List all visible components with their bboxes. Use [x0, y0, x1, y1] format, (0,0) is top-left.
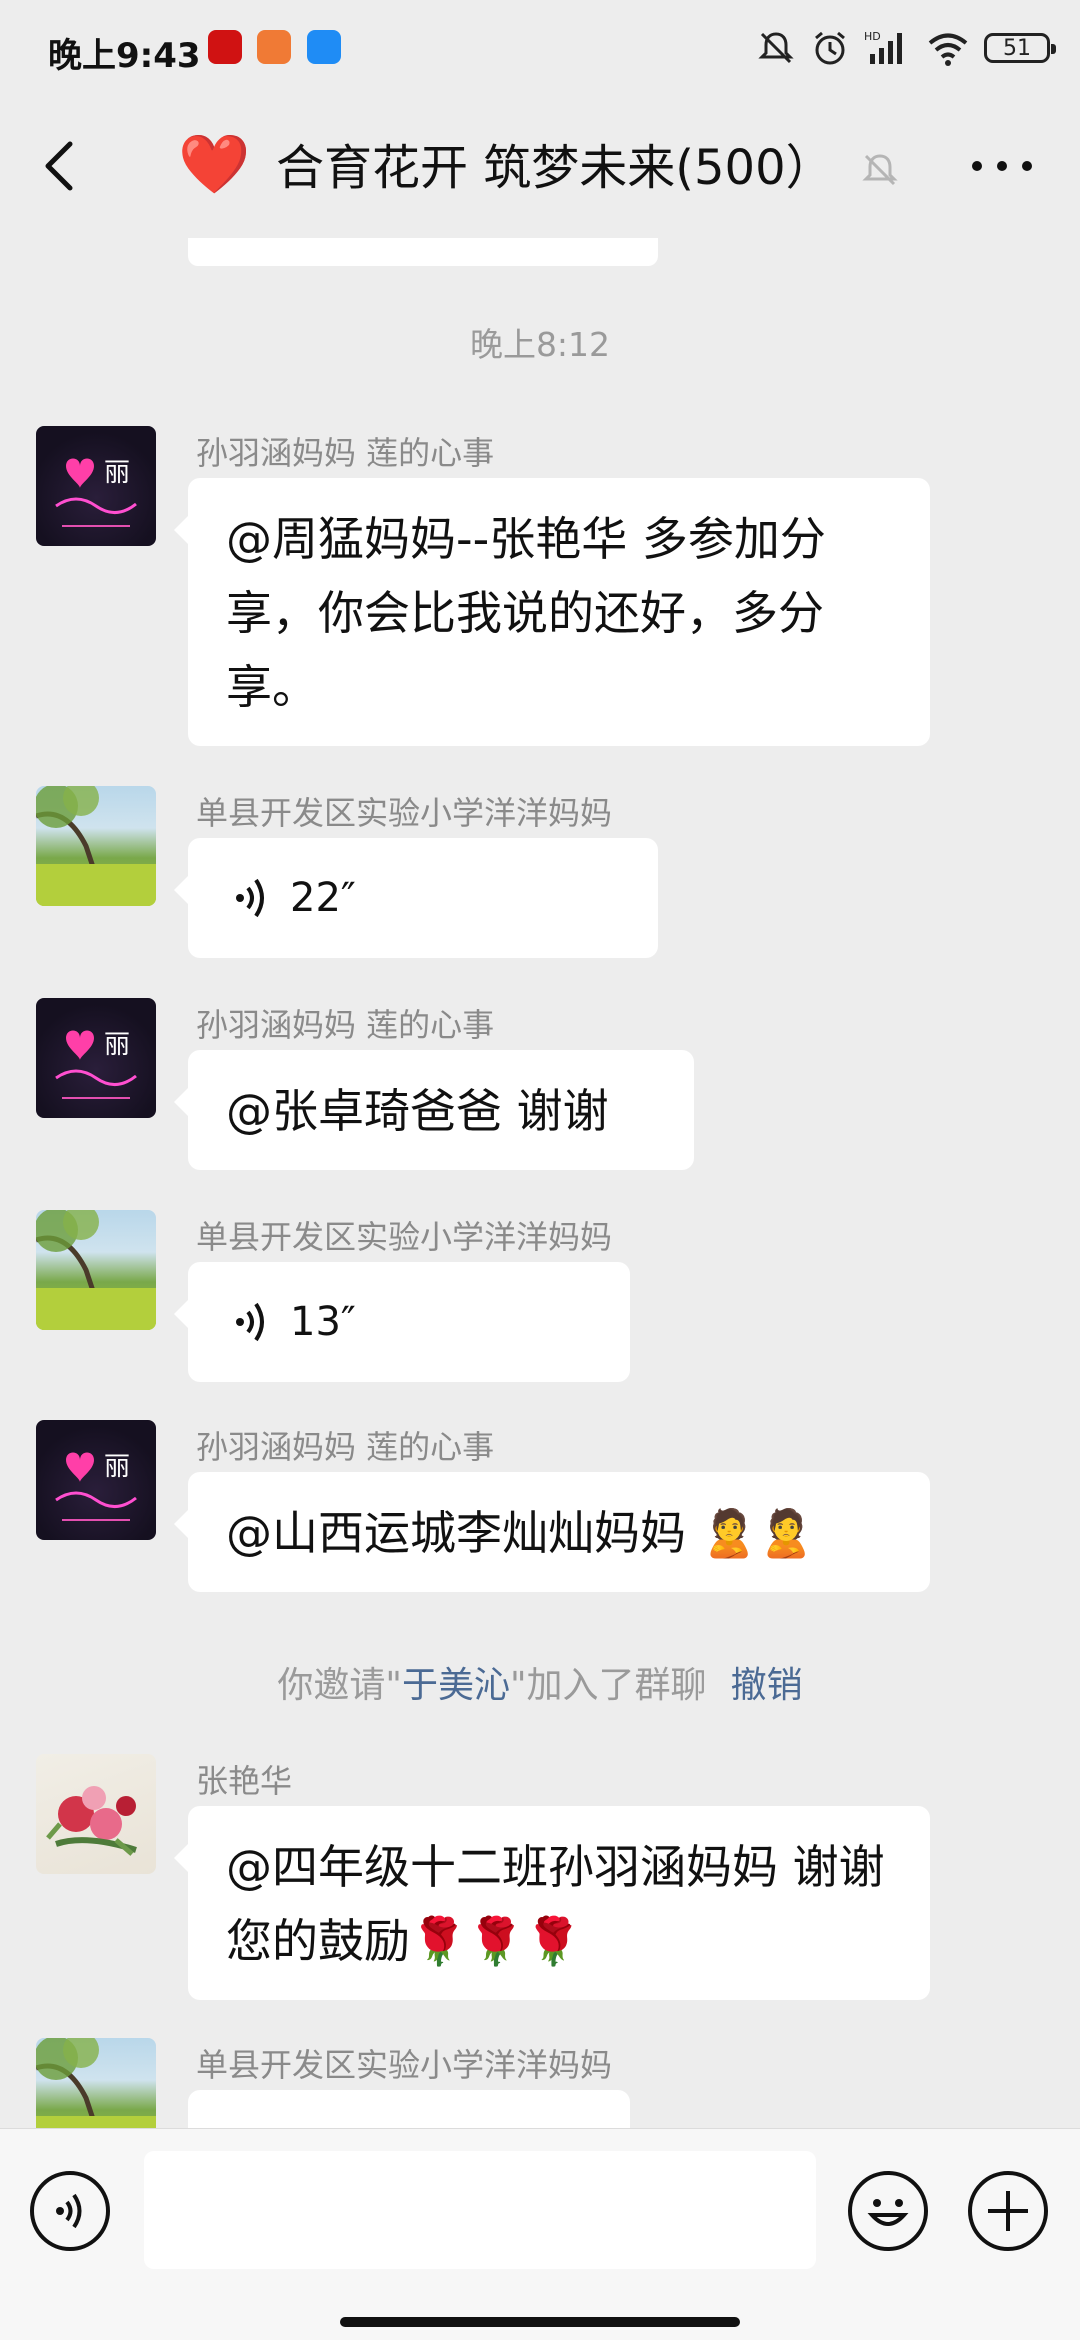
sender-name: 单县开发区实验小学洋洋妈妈	[196, 2046, 613, 2084]
sender-name: 孙羽涵妈妈 莲的心事	[196, 1428, 495, 1466]
voice-wave-icon	[236, 1302, 264, 1342]
battery-level: 51	[1003, 35, 1031, 61]
nature-tree-avatar-icon	[36, 786, 156, 906]
status-time: 晚上9:43	[48, 36, 201, 76]
message-bubble[interactable]	[188, 2090, 630, 2128]
home-indicator[interactable]	[340, 2317, 740, 2327]
heart-emoji-icon: ❤️	[178, 130, 251, 198]
mute-bell-icon	[758, 32, 794, 64]
battery-icon: 51	[984, 33, 1056, 63]
voice-toggle-icon[interactable]	[30, 2171, 110, 2251]
status-bar: 晚上9:43 HD 51	[0, 0, 1080, 96]
message-bubble[interactable]: @张卓琦爸爸 谢谢	[174, 1050, 694, 1170]
previous-message-bubble[interactable]	[188, 238, 658, 266]
message-bubble[interactable]: @四年级十二班孙羽涵妈妈 谢谢您的鼓励🌹🌹🌹	[174, 1806, 930, 2000]
avatar[interactable]: 丽	[36, 1420, 156, 1540]
back-arrow-icon[interactable]	[30, 136, 90, 196]
avatar[interactable]	[36, 2038, 156, 2128]
neon-heart-avatar-icon: 丽	[55, 458, 137, 527]
mute-bell-icon	[862, 154, 898, 186]
avatar[interactable]	[36, 1754, 156, 1874]
svg-text:丽: 丽	[104, 458, 130, 488]
svg-text:HD: HD	[864, 30, 881, 43]
chat-header: ❤️ 合育花开 筑梦未来(500）	[0, 96, 1080, 238]
chat-title[interactable]: 合育花开 筑梦未来(500）	[276, 138, 834, 198]
sender-name: 孙羽涵妈妈 莲的心事	[196, 1006, 495, 1044]
voice-message-bubble[interactable]: 13″	[174, 1262, 630, 1382]
system-notice: 你邀请"于美沁"加入了群聊 撤销	[0, 1656, 1080, 1708]
voice-message-bubble[interactable]: 22″	[174, 838, 658, 958]
voice-wave-icon	[56, 2193, 82, 2229]
sender-name: 单县开发区实验小学洋洋妈妈	[196, 1218, 613, 1256]
voice-duration: 22″	[290, 875, 356, 921]
neon-heart-avatar-icon: 丽	[55, 1030, 137, 1099]
undo-invite-link[interactable]: 撤销	[731, 1665, 803, 1706]
status-icons: HD 51	[756, 26, 1056, 70]
nature-tree-avatar-icon	[36, 2038, 156, 2128]
wifi-icon	[928, 33, 968, 66]
peony-painting-avatar-icon	[46, 1786, 137, 1856]
app-orange-badge-icon	[257, 30, 291, 64]
avatar[interactable]	[36, 1210, 156, 1330]
message-input-bar	[0, 2128, 1080, 2340]
message-bubble[interactable]: @周猛妈妈--张艳华 多参加分享，你会比我说的还好，多分享。	[174, 478, 930, 746]
emoji-icon[interactable]	[848, 2171, 928, 2251]
hd-signal-icon: HD	[864, 30, 902, 64]
avatar[interactable]	[36, 786, 156, 906]
app-blue-badge-icon	[307, 30, 341, 64]
neon-heart-avatar-icon: 丽	[55, 1452, 137, 1521]
message-input[interactable]	[144, 2151, 816, 2269]
avatar[interactable]: 丽	[36, 426, 156, 546]
voice-wave-icon	[236, 878, 264, 918]
alarm-icon	[815, 31, 845, 65]
sender-name: 张艳华	[196, 1762, 293, 1800]
message-bubble[interactable]: @山西运城李灿灿妈妈 🙎🙎	[174, 1472, 930, 1592]
notice-prefix: 你邀请"	[277, 1665, 402, 1706]
timestamp: 晚上8:12	[469, 325, 611, 364]
avatar[interactable]: 丽	[36, 998, 156, 1118]
svg-text:丽: 丽	[104, 1452, 130, 1482]
message-list[interactable]: 晚上8:12 丽 孙羽涵妈妈 莲的心事 @周猛妈妈--张艳华 多参加分享，你会比…	[0, 238, 1080, 2128]
invitee-link[interactable]: 于美沁	[402, 1665, 510, 1706]
notice-suffix: "加入了群聊	[510, 1665, 707, 1706]
sender-name: 孙羽涵妈妈 莲的心事	[196, 434, 495, 472]
plus-icon[interactable]	[968, 2171, 1048, 2251]
svg-text:丽: 丽	[104, 1030, 130, 1060]
smiley-face-icon	[867, 2199, 909, 2226]
app-red-badge-icon	[208, 30, 242, 64]
more-dots-icon[interactable]	[972, 146, 1032, 186]
add-icon	[988, 2191, 1028, 2231]
sender-name: 单县开发区实验小学洋洋妈妈	[196, 794, 613, 832]
nature-tree-avatar-icon	[36, 1210, 156, 1330]
voice-duration: 13″	[290, 1299, 356, 1345]
chat-screen: 晚上9:43 HD 51 ❤️ 合育花开 筑梦未来(500） 晚上8:12 丽 …	[0, 0, 1080, 2340]
